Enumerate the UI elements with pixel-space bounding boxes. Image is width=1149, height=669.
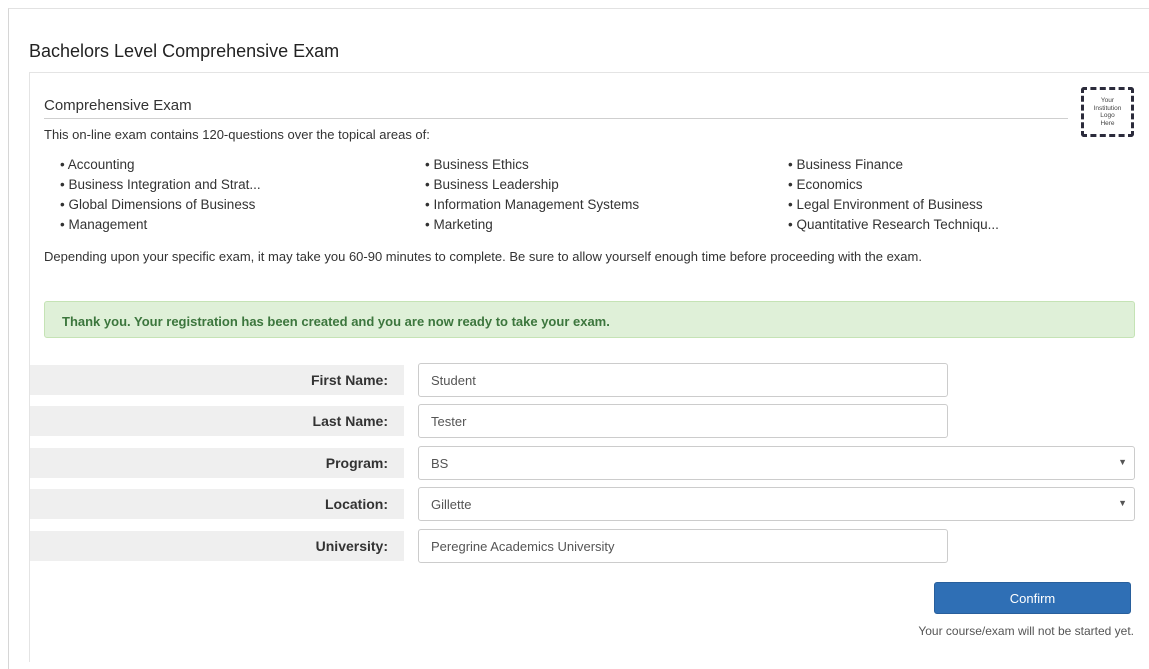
- topic-item: Economics: [788, 177, 1060, 197]
- program-label: Program:: [30, 448, 404, 478]
- topic-item: Business Ethics: [425, 157, 788, 177]
- topic-item: Global Dimensions of Business: [60, 197, 425, 217]
- university-label: University:: [30, 531, 404, 561]
- location-label: Location:: [30, 489, 404, 519]
- not-started-note: Your course/exam will not be started yet…: [918, 624, 1134, 638]
- heading-divider: [44, 118, 1068, 119]
- location-select[interactable]: Gillette ▼: [418, 487, 1135, 521]
- topic-item: Business Leadership: [425, 177, 788, 197]
- topic-item: Marketing: [425, 217, 788, 237]
- location-selected-value: Gillette: [431, 497, 472, 512]
- registration-success-alert: Thank you. Your registration has been cr…: [44, 301, 1135, 338]
- section-heading: Comprehensive Exam: [44, 97, 192, 114]
- university-row: University:: [30, 529, 1135, 563]
- page-title: Bachelors Level Comprehensive Exam: [29, 41, 340, 61]
- university-field[interactable]: [418, 529, 948, 563]
- topic-item: Accounting: [60, 157, 425, 177]
- program-selected-value: BS: [431, 456, 449, 471]
- duration-note: Depending upon your specific exam, it ma…: [44, 249, 922, 264]
- first-name-row: First Name:: [30, 363, 1135, 397]
- topic-item: Management: [60, 217, 425, 237]
- first-name-field[interactable]: [418, 363, 948, 397]
- topic-item: Information Management Systems: [425, 197, 788, 217]
- program-row: Program: BS ▼: [30, 446, 1135, 480]
- confirm-button[interactable]: Confirm: [934, 582, 1131, 614]
- program-select[interactable]: BS ▼: [418, 446, 1135, 480]
- chevron-down-icon: ▼: [1118, 457, 1127, 467]
- topic-item: Business Integration and Strat...: [60, 177, 425, 197]
- topic-list: Accounting Business Ethics Business Fina…: [60, 157, 1060, 237]
- topic-item: Business Finance: [788, 157, 1060, 177]
- chevron-down-icon: ▼: [1118, 498, 1127, 508]
- location-row: Location: Gillette ▼: [30, 487, 1135, 521]
- institution-logo: Your Institution Logo Here: [1081, 87, 1134, 137]
- last-name-row: Last Name:: [30, 404, 1135, 438]
- last-name-label: Last Name:: [30, 406, 404, 436]
- exam-intro: This on-line exam contains 120-questions…: [44, 127, 430, 142]
- topic-item: Quantitative Research Techniqu...: [788, 217, 1060, 237]
- last-name-field[interactable]: [418, 404, 948, 438]
- first-name-label: First Name:: [30, 365, 404, 395]
- topic-item: Legal Environment of Business: [788, 197, 1060, 217]
- logo-text: Your Institution Logo Here: [1093, 97, 1122, 127]
